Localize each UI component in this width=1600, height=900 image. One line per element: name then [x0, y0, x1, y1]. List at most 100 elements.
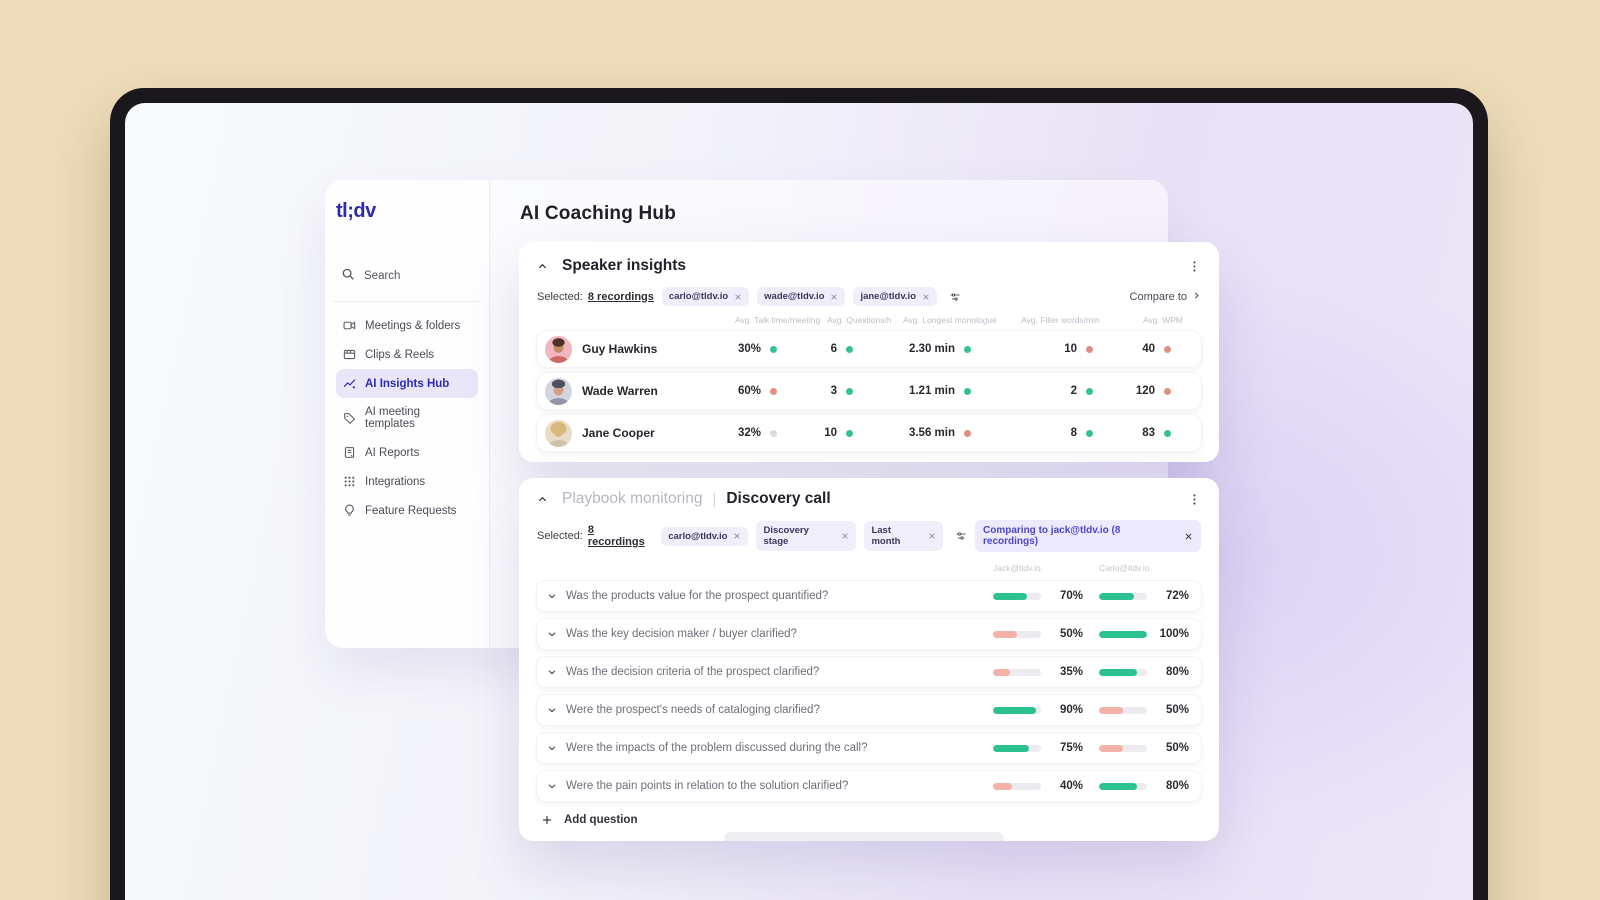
filter-chip-discovery-stage[interactable]: Discovery stage: [756, 521, 857, 551]
speaker-table-header: Avg. Talk time/meeting Avg. Questions/h …: [537, 315, 1201, 325]
question-text: Was the key decision maker / buyer clari…: [566, 628, 797, 640]
sidebar-divider: [333, 301, 481, 302]
speaker-name: Guy Hawkins: [582, 342, 658, 356]
question-row[interactable]: Was the key decision maker / buyer clari…: [537, 619, 1201, 649]
selected-recordings-link[interactable]: 8 recordings: [588, 524, 653, 548]
kebab-menu-icon[interactable]: [1188, 260, 1201, 273]
status-dot: [964, 345, 971, 353]
close-icon[interactable]: [1184, 532, 1193, 541]
chevron-down-icon[interactable]: [547, 705, 557, 715]
add-question-button[interactable]: Add question: [541, 814, 1201, 826]
close-icon[interactable]: [733, 532, 741, 540]
close-icon[interactable]: [922, 293, 930, 301]
close-icon[interactable]: [928, 532, 936, 540]
speaker-insights-panel: Speaker insights Selected: 8 recordings …: [519, 242, 1219, 462]
percent-value: 35%: [1059, 666, 1083, 678]
report-icon: [343, 446, 356, 459]
comparing-to-chip[interactable]: Comparing to jack@tldv.io (8 recordings): [975, 520, 1201, 552]
sidebar-item-clips-reels[interactable]: Clips & Reels: [336, 340, 478, 369]
playbook-filter-row: Selected: 8 recordings carlo@tldv.io Dis…: [537, 520, 1201, 552]
percent-value: 90%: [1059, 704, 1083, 716]
filter-chip-last-month[interactable]: Last month: [864, 521, 943, 551]
close-icon[interactable]: [734, 293, 742, 301]
sidebar-item-ai-reports[interactable]: AI Reports: [336, 438, 478, 467]
status-dot: [770, 345, 777, 353]
close-icon[interactable]: [830, 293, 838, 301]
filter-chip-carlo[interactable]: carlo@tldv.io: [661, 287, 750, 306]
status-dot: [1086, 429, 1093, 437]
clapperboard-icon: [343, 348, 356, 361]
question-row[interactable]: Were the impacts of the problem discusse…: [537, 733, 1201, 763]
selected-label: Selected:: [537, 290, 583, 303]
filter-chip-wade[interactable]: wade@tldv.io: [757, 287, 846, 306]
chevron-down-icon[interactable]: [547, 743, 557, 753]
percent-value: 50%: [1165, 742, 1189, 754]
compare-to-button[interactable]: Compare to: [1130, 291, 1201, 303]
percent-value: 50%: [1059, 628, 1083, 640]
metric-value: 32%: [737, 427, 761, 439]
sidebar-item-feature-requests[interactable]: Feature Requests: [336, 496, 478, 525]
sidebar-item-integrations[interactable]: Integrations: [336, 467, 478, 496]
progress-bar: [993, 668, 1041, 676]
metric-value: 2: [1070, 385, 1077, 397]
chevron-down-icon[interactable]: [547, 629, 557, 639]
progress-bar: [993, 592, 1041, 600]
metric-value: 6: [830, 343, 837, 355]
sidebar-item-label: Integrations: [365, 475, 426, 488]
status-dot: [964, 387, 971, 395]
chevron-down-icon[interactable]: [547, 781, 557, 791]
compare-to-label: Compare to: [1129, 290, 1187, 303]
filter-chip-label: carlo@tldv.io: [668, 291, 729, 302]
question-row[interactable]: Was the decision criteria of the prospec…: [537, 657, 1201, 687]
sidebar-item-label: AI Reports: [365, 446, 420, 459]
speaker-filter-row: Selected: 8 recordings carlo@tldv.io wad…: [537, 287, 1201, 306]
kebab-menu-icon[interactable]: [1188, 493, 1201, 506]
metric-value: 10: [824, 427, 837, 439]
sidebar-item-meetings-folders[interactable]: Meetings & folders: [336, 311, 478, 340]
sidebar: tl;dv Search Meetings & folders Clips & …: [325, 180, 490, 648]
column-header: Jack@tldv.io: [993, 563, 1041, 573]
speaker-table-row[interactable]: Jane Cooper 32% 10 3.56 min 8 83: [537, 415, 1201, 451]
column-header: Carlo@tldv.io: [1099, 563, 1150, 573]
question-row[interactable]: Was the products value for the prospect …: [537, 581, 1201, 611]
metric-value: 3: [830, 385, 837, 397]
sidebar-item-ai-meeting-templates[interactable]: AI meeting templates: [336, 398, 478, 438]
filter-chip-carlo[interactable]: carlo@tldv.io: [661, 526, 749, 546]
filter-chip-label: carlo@tldv.io: [668, 530, 728, 542]
chevron-down-icon[interactable]: [547, 667, 557, 677]
question-text: Was the products value for the prospect …: [566, 590, 829, 602]
filter-chip-jane[interactable]: jane@tldv.io: [853, 287, 937, 306]
chevron-down-icon[interactable]: [547, 591, 557, 601]
metric-value: 30%: [737, 343, 761, 355]
progress-bar: [993, 706, 1041, 714]
filter-lines-icon[interactable]: [949, 291, 961, 303]
selected-recordings-link[interactable]: 8 recordings: [588, 291, 654, 303]
percent-value: 40%: [1059, 780, 1083, 792]
filter-lines-icon[interactable]: [955, 530, 967, 542]
progress-bar: [993, 782, 1041, 790]
speaker-name: Wade Warren: [582, 384, 658, 398]
close-icon[interactable]: [841, 532, 849, 540]
percent-value: 72%: [1165, 590, 1189, 602]
collapse-chevron-up-icon[interactable]: [537, 494, 548, 505]
speaker-table-row[interactable]: Wade Warren 60% 3 1.21 min 2 120: [537, 373, 1201, 409]
speaker-table-row[interactable]: Guy Hawkins 30% 6 2.30 min 10 40: [537, 331, 1201, 367]
sidebar-item-ai-insights-hub[interactable]: AI Insights Hub: [336, 369, 478, 398]
question-text: Were the impacts of the problem discusse…: [566, 742, 868, 754]
question-row[interactable]: Were the pain points in relation to the …: [537, 771, 1201, 801]
status-dot: [846, 345, 853, 353]
filter-chip-label: Last month: [871, 525, 901, 547]
add-question-label: Add question: [564, 814, 638, 826]
filter-chip-label: wade@tldv.io: [764, 291, 825, 302]
sidebar-search[interactable]: Search: [341, 267, 478, 284]
status-dot: [1164, 345, 1171, 353]
playbook-panel-header: Playbook monitoring | Discovery call: [537, 490, 1201, 508]
question-row[interactable]: Were the prospect's needs of cataloging …: [537, 695, 1201, 725]
metric-value: 3.56 min: [908, 427, 955, 439]
playbook-monitoring-panel: Playbook monitoring | Discovery call Sel…: [519, 478, 1219, 841]
collapse-chevron-up-icon[interactable]: [537, 261, 548, 272]
speaker-panel-header: Speaker insights: [537, 257, 1201, 275]
speaker-name: Jane Cooper: [582, 426, 655, 440]
column-header: Avg. Questions/h: [827, 315, 892, 325]
question-text: Was the decision criteria of the prospec…: [566, 666, 820, 678]
